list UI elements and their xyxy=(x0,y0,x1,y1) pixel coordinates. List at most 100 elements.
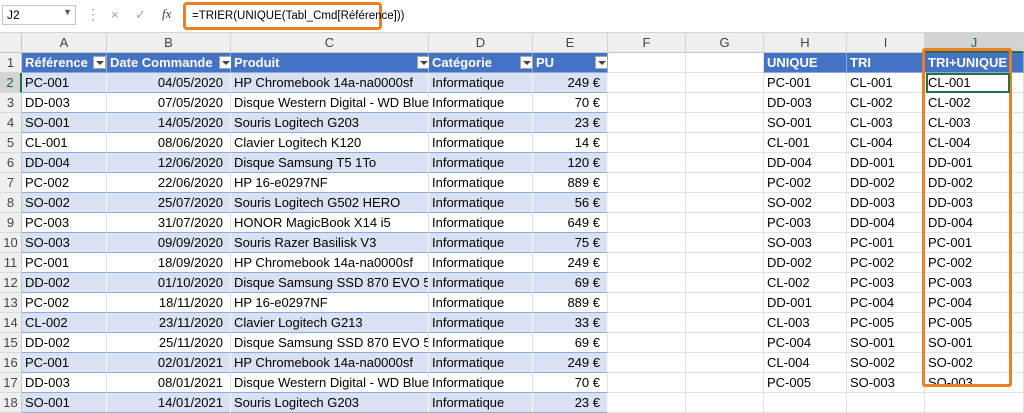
row-header-14[interactable]: 14 xyxy=(0,313,22,333)
table-header-cell[interactable]: Date Commande xyxy=(107,53,231,73)
cell[interactable] xyxy=(925,393,1024,413)
table-cell[interactable]: Informatique xyxy=(429,273,533,293)
list-cell[interactable]: DD-001 xyxy=(925,153,1024,173)
cell[interactable] xyxy=(686,233,764,253)
table-cell[interactable]: DD-004 xyxy=(22,153,107,173)
table-cell[interactable]: 70 € xyxy=(533,93,608,113)
table-cell[interactable]: 02/01/2021 xyxy=(107,353,231,373)
list-cell[interactable]: DD-004 xyxy=(764,153,847,173)
table-cell[interactable]: DD-003 xyxy=(22,373,107,393)
cell[interactable] xyxy=(608,173,686,193)
unique-header[interactable]: UNIQUE xyxy=(764,53,847,73)
list-cell[interactable]: PC-003 xyxy=(764,213,847,233)
list-cell[interactable]: PC-001 xyxy=(764,73,847,93)
column-header-j[interactable]: J xyxy=(925,33,1024,53)
table-cell[interactable]: 07/05/2020 xyxy=(107,93,231,113)
table-cell[interactable]: 33 € xyxy=(533,313,608,333)
table-cell[interactable]: 25/11/2020 xyxy=(107,333,231,353)
cell[interactable] xyxy=(686,393,764,413)
table-cell[interactable]: PC-001 xyxy=(22,353,107,373)
table-cell[interactable]: DD-003 xyxy=(22,93,107,113)
list-cell[interactable]: SO-001 xyxy=(847,333,925,353)
cell[interactable] xyxy=(686,173,764,193)
table-header-cell[interactable]: Catégorie xyxy=(429,53,533,73)
table-cell[interactable]: 75 € xyxy=(533,233,608,253)
cell[interactable] xyxy=(608,253,686,273)
row-header-3[interactable]: 3 xyxy=(0,93,22,113)
table-cell[interactable]: 69 € xyxy=(533,333,608,353)
cell[interactable] xyxy=(686,193,764,213)
list-cell[interactable]: CL-003 xyxy=(925,113,1024,133)
list-cell[interactable]: PC-002 xyxy=(764,173,847,193)
table-cell[interactable]: Informatique xyxy=(429,113,533,133)
table-cell[interactable]: Informatique xyxy=(429,73,533,93)
cell[interactable] xyxy=(686,113,764,133)
list-cell[interactable]: CL-004 xyxy=(764,353,847,373)
row-header-13[interactable]: 13 xyxy=(0,293,22,313)
list-cell[interactable]: DD-004 xyxy=(925,213,1024,233)
table-cell[interactable]: SO-001 xyxy=(22,113,107,133)
list-cell[interactable]: SO-003 xyxy=(925,373,1024,393)
table-cell[interactable]: Informatique xyxy=(429,253,533,273)
table-cell[interactable]: CL-002 xyxy=(22,313,107,333)
table-cell[interactable]: PC-001 xyxy=(22,253,107,273)
list-cell[interactable]: DD-004 xyxy=(847,213,925,233)
list-cell[interactable]: CL-001 xyxy=(764,133,847,153)
list-cell[interactable]: CL-002 xyxy=(847,93,925,113)
list-cell[interactable]: DD-003 xyxy=(764,93,847,113)
table-cell[interactable]: Informatique xyxy=(429,373,533,393)
filter-dropdown-icon[interactable] xyxy=(93,56,106,69)
table-cell[interactable]: 56 € xyxy=(533,193,608,213)
cell[interactable] xyxy=(686,253,764,273)
table-cell[interactable]: PC-002 xyxy=(22,293,107,313)
table-cell[interactable]: 08/01/2021 xyxy=(107,373,231,393)
cell[interactable] xyxy=(608,293,686,313)
cell[interactable] xyxy=(686,213,764,233)
tri-header[interactable]: TRI xyxy=(847,53,925,73)
table-cell[interactable]: Souris Logitech G203 xyxy=(231,393,429,413)
table-cell[interactable]: 22/06/2020 xyxy=(107,173,231,193)
list-cell[interactable]: CL-001 xyxy=(847,73,925,93)
list-cell[interactable]: SO-001 xyxy=(764,113,847,133)
cell[interactable] xyxy=(608,93,686,113)
table-cell[interactable]: 23 € xyxy=(533,113,608,133)
column-header-g[interactable]: G xyxy=(686,33,764,53)
table-cell[interactable]: HP Chromebook 14a-na0000sf xyxy=(231,353,429,373)
table-cell[interactable]: Clavier Logitech K120 xyxy=(231,133,429,153)
table-cell[interactable]: 249 € xyxy=(533,73,608,93)
list-cell[interactable]: CL-003 xyxy=(764,313,847,333)
cell[interactable] xyxy=(764,393,847,413)
tri-unique-header[interactable]: TRI+UNIQUE xyxy=(925,53,1024,73)
list-cell[interactable]: CL-003 xyxy=(847,113,925,133)
list-cell[interactable]: DD-001 xyxy=(847,153,925,173)
column-header-d[interactable]: D xyxy=(429,33,533,53)
filter-dropdown-icon[interactable] xyxy=(595,56,608,69)
table-cell[interactable]: 249 € xyxy=(533,353,608,373)
table-cell[interactable]: 25/07/2020 xyxy=(107,193,231,213)
table-cell[interactable]: Informatique xyxy=(429,233,533,253)
list-cell[interactable]: SO-001 xyxy=(925,333,1024,353)
cell[interactable] xyxy=(608,353,686,373)
cell[interactable] xyxy=(608,333,686,353)
cell[interactable] xyxy=(608,153,686,173)
cell[interactable] xyxy=(686,153,764,173)
cell[interactable] xyxy=(608,313,686,333)
table-cell[interactable]: Disque Samsung SSD 870 EVO 500 xyxy=(231,273,429,293)
cell[interactable] xyxy=(686,273,764,293)
table-cell[interactable]: 12/06/2020 xyxy=(107,153,231,173)
table-cell[interactable]: HP Chromebook 14a-na0000sf xyxy=(231,73,429,93)
table-cell[interactable]: Informatique xyxy=(429,93,533,113)
cell[interactable] xyxy=(686,353,764,373)
list-cell[interactable]: PC-005 xyxy=(925,313,1024,333)
table-cell[interactable]: Informatique xyxy=(429,353,533,373)
list-cell[interactable]: CL-001 xyxy=(925,73,1024,93)
cell[interactable] xyxy=(608,133,686,153)
list-cell[interactable]: DD-002 xyxy=(925,173,1024,193)
table-cell[interactable]: 04/05/2020 xyxy=(107,73,231,93)
table-cell[interactable]: 09/09/2020 xyxy=(107,233,231,253)
row-header-8[interactable]: 8 xyxy=(0,193,22,213)
table-cell[interactable]: 14/01/2021 xyxy=(107,393,231,413)
cell[interactable] xyxy=(608,233,686,253)
cancel-icon[interactable]: × xyxy=(111,7,119,22)
confirm-icon[interactable]: ✓ xyxy=(135,7,146,23)
